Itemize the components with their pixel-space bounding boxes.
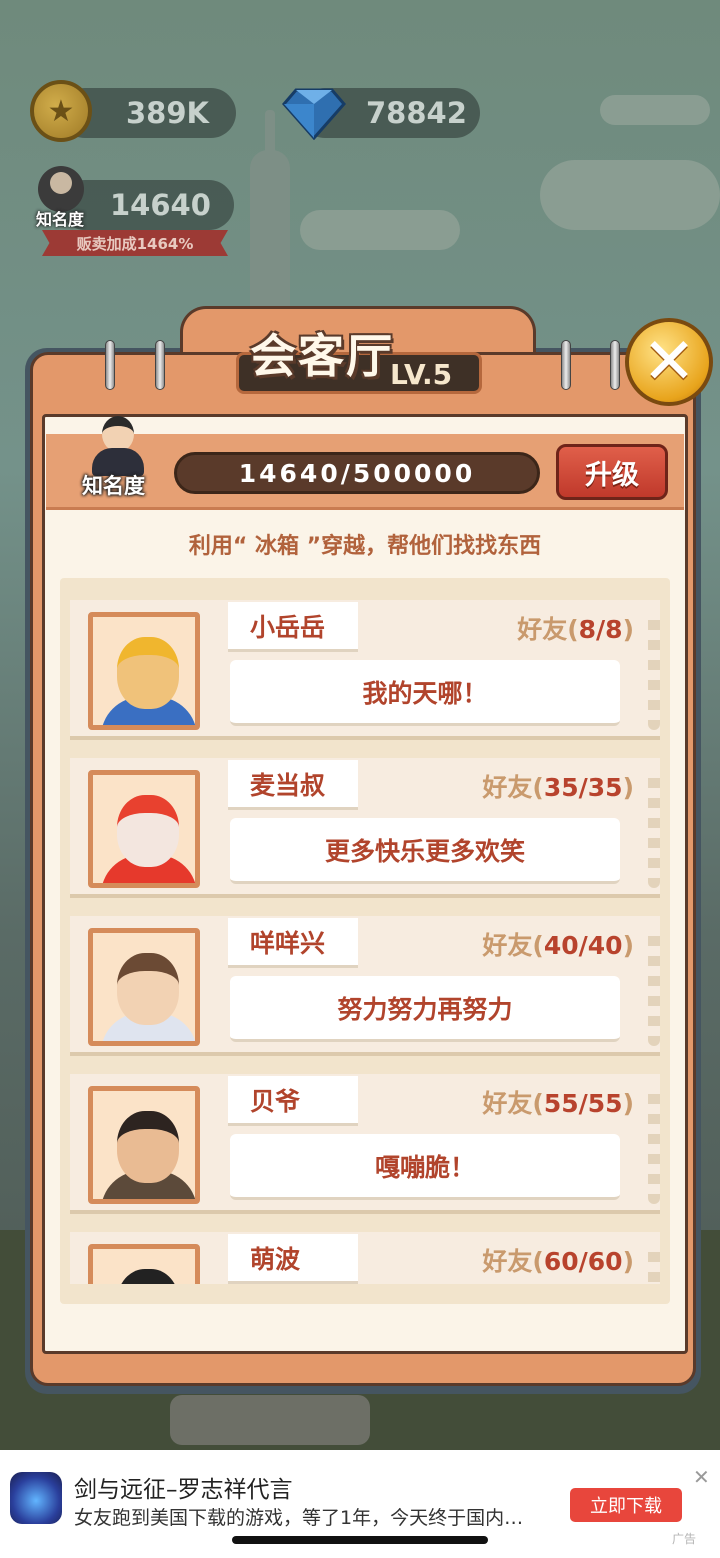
background-cloud: [300, 210, 460, 250]
card-edge: [648, 610, 660, 730]
character-card[interactable]: 萌波 好友(60/60): [70, 1232, 660, 1284]
dialog-subtitle: 利用“ 冰箱 ”穿越，帮他们找找东西: [188, 534, 542, 559]
dialog-title: 会客厅: [250, 329, 394, 383]
diamond-icon: [282, 88, 346, 140]
friend-count-value: 35/35: [543, 773, 623, 802]
ad-close-icon[interactable]: ✕: [693, 1465, 710, 1489]
character-name: 萌波: [228, 1234, 358, 1284]
fame-progress-bar: 14640/500000: [174, 452, 540, 494]
character-quote: 更多快乐更多欢笑: [230, 818, 620, 884]
friend-label: 好友(: [517, 615, 579, 644]
character-name: 贝爷: [228, 1076, 358, 1126]
friend-count: 好友(55/55): [482, 1084, 634, 1120]
fame-avatar-icon: [88, 416, 146, 476]
character-quote: 努力努力再努力: [230, 976, 620, 1042]
coin-value: 389K: [126, 96, 210, 130]
character-card[interactable]: 小岳岳 好友(8/8) 我的天哪！: [70, 600, 660, 740]
card-edge: [648, 1084, 660, 1204]
character-portrait: [88, 1244, 200, 1284]
fame-label: 知名度: [82, 474, 145, 498]
fame-progress-text: 14640/500000: [238, 458, 476, 488]
background-cloud: [540, 160, 720, 230]
sales-bonus-ribbon: 贩卖加成1464%: [42, 230, 228, 256]
ad-description[interactable]: 女友跑到美国下载的游戏，等了1年，今天终于国内…: [74, 1503, 523, 1530]
binder-ring: [155, 340, 165, 390]
character-portrait: [88, 928, 200, 1046]
character-card[interactable]: 麦当叔 好友(35/35) 更多快乐更多欢笑: [70, 758, 660, 898]
ad-label: 广告: [672, 1532, 697, 1546]
friend-count-value: 55/55: [543, 1089, 623, 1118]
binder-ring: [105, 340, 115, 390]
fame-tag: 知名度: [36, 210, 85, 229]
character-list[interactable]: 小岳岳 好友(8/8) 我的天哪！ 麦当叔 好友(35/35) 更多快乐更多欢笑…: [62, 600, 668, 1284]
friend-count: 好友(35/35): [482, 768, 634, 804]
friend-label: 好友(: [482, 931, 544, 960]
friend-count: 好友(60/60): [482, 1242, 634, 1278]
friend-label-close: ): [622, 773, 634, 802]
character-card[interactable]: 咩咩兴 好友(40/40) 努力努力再努力: [70, 916, 660, 1056]
character-portrait: [88, 770, 200, 888]
character-name: 麦当叔: [228, 760, 358, 810]
character-quote: 我的天哪！: [230, 660, 620, 726]
binder-ring: [610, 340, 620, 390]
friend-label: 好友(: [482, 1247, 544, 1276]
ad-title[interactable]: 剑与远征–罗志祥代言: [74, 1470, 293, 1504]
close-icon: ✕: [642, 325, 696, 399]
dialog-level: LV.5: [390, 358, 453, 391]
friend-count: 好友(40/40): [482, 926, 634, 962]
card-edge: [648, 1242, 660, 1284]
character-name: 小岳岳: [228, 602, 358, 652]
friend-count-value: 40/40: [543, 931, 623, 960]
binder-ring: [561, 340, 571, 390]
friend-count: 好友(8/8): [517, 610, 634, 646]
character-portrait: [88, 1086, 200, 1204]
friend-label-close: ): [622, 1089, 634, 1118]
friend-label-close: ): [622, 615, 634, 644]
friend-label: 好友(: [482, 773, 544, 802]
friend-label: 好友(: [482, 1089, 544, 1118]
coin-icon: ★: [30, 80, 92, 142]
friend-label-close: ): [622, 1247, 634, 1276]
character-quote: 嘎嘣脆！: [230, 1134, 620, 1200]
background-cloud: [600, 95, 710, 125]
friend-label-close: ): [622, 931, 634, 960]
gem-value: 78842: [366, 96, 467, 130]
fame-value: 14640: [110, 188, 211, 222]
background-stones: [170, 1395, 370, 1445]
card-edge: [648, 926, 660, 1046]
upgrade-button[interactable]: 升级: [556, 444, 668, 500]
character-portrait: [88, 612, 200, 730]
game-app-icon[interactable]: [10, 1472, 62, 1524]
character-card[interactable]: 贝爷 好友(55/55) 嘎嘣脆！: [70, 1074, 660, 1214]
friend-count-value: 8/8: [578, 615, 623, 644]
card-edge: [648, 768, 660, 888]
download-button[interactable]: 立即下载: [570, 1488, 682, 1522]
home-indicator[interactable]: [232, 1536, 488, 1544]
close-button[interactable]: ✕: [625, 318, 713, 406]
character-name: 咩咩兴: [228, 918, 358, 968]
fame-counter: 14640: [60, 180, 234, 230]
friend-count-value: 60/60: [543, 1247, 623, 1276]
